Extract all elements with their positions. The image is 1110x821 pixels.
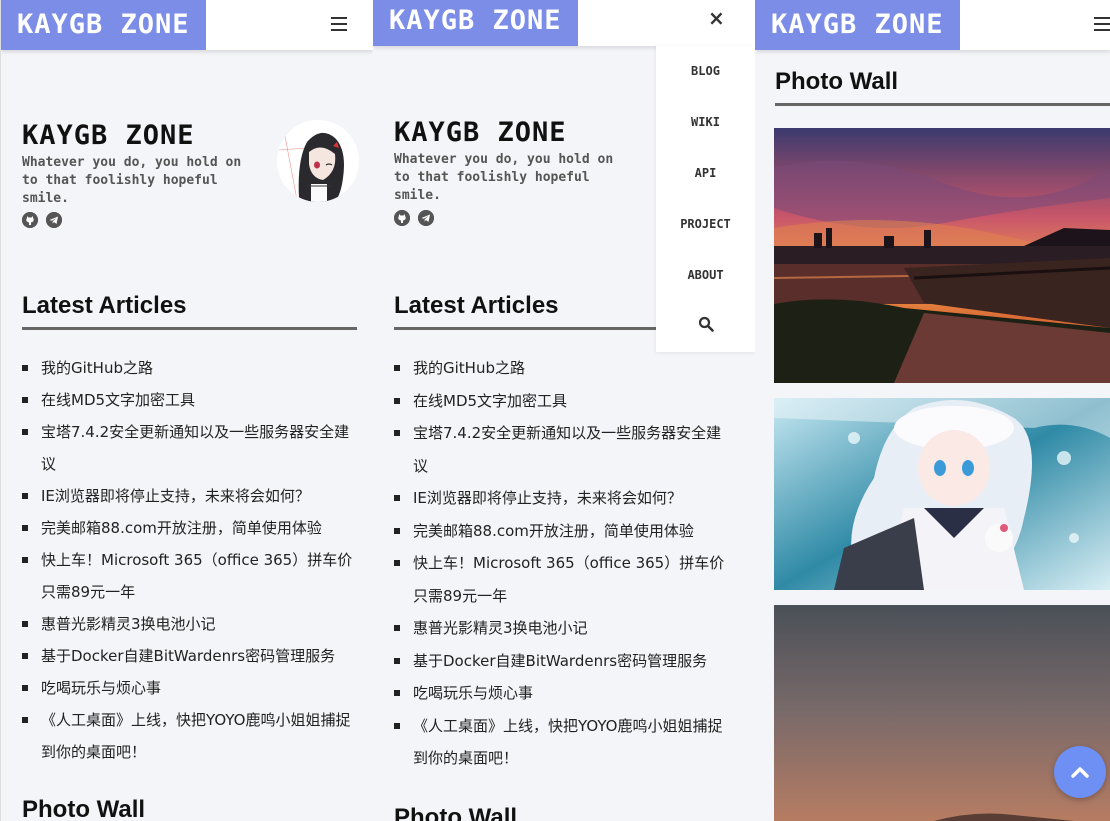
site-logo[interactable]: KAYGB ZONE [1, 0, 206, 50]
article-link[interactable]: 宝塔7.4.2安全更新通知以及一些服务器安全建议 [41, 423, 349, 473]
list-item: 完美邮箱88.com开放注册，简单使用体验 [394, 515, 734, 548]
list-item: 在线MD5文字加密工具 [394, 385, 734, 418]
list-item: 惠普光影精灵3换电池小记 [394, 612, 734, 645]
article-link[interactable]: 《人工桌面》上线，快把YOYO鹿鸣小姐姐捕捉到你的桌面吧！ [41, 711, 350, 761]
mobile-view-home: KAYGB ZONE KAYGB ZONE Whatever you do, y… [0, 0, 373, 821]
top-navbar: KAYGB ZONE [1, 0, 373, 50]
section-divider [22, 327, 357, 330]
latest-articles-heading: Latest Articles [22, 292, 187, 319]
list-item: 我的GitHub之路 [394, 352, 734, 385]
article-link[interactable]: 基于Docker自建BitWardenrs密码管理服务 [413, 652, 707, 670]
latest-articles-list: 我的GitHub之路 在线MD5文字加密工具 宝塔7.4.2安全更新通知以及一些… [22, 352, 362, 768]
section-divider [775, 103, 1110, 106]
hero-title: KAYGB ZONE [394, 117, 567, 148]
list-item: 《人工桌面》上线，快把YOYO鹿鸣小姐姐捕捉到你的桌面吧！ [394, 710, 734, 775]
article-link[interactable]: 快上车！Microsoft 365（office 365）拼车价只需89元一年 [413, 554, 724, 605]
list-item: 《人工桌面》上线，快把YOYO鹿鸣小姐姐捕捉到你的桌面吧！ [22, 704, 362, 768]
photo-anime-girl[interactable] [774, 398, 1110, 590]
telegram-icon[interactable] [46, 212, 62, 228]
article-link[interactable]: 我的GitHub之路 [41, 359, 153, 377]
nav-dropdown-menu: BLOG WIKI API PROJECT ABOUT [656, 46, 755, 352]
nav-item-api[interactable]: API [656, 166, 755, 180]
article-link[interactable]: 吃喝玩乐与烦心事 [41, 679, 161, 697]
search-icon[interactable] [656, 316, 755, 335]
menu-icon[interactable] [331, 13, 347, 35]
list-item: 吃喝玩乐与烦心事 [394, 677, 734, 710]
article-link[interactable]: 快上车！Microsoft 365（office 365）拼车价只需89元一年 [41, 551, 352, 601]
article-link[interactable]: 在线MD5文字加密工具 [413, 392, 567, 410]
article-link[interactable]: 完美邮箱88.com开放注册，简单使用体验 [41, 519, 322, 537]
article-link[interactable]: 惠普光影精灵3换电池小记 [41, 615, 216, 633]
hero-tagline: Whatever you do, you hold on to that foo… [394, 152, 614, 203]
social-links [22, 212, 62, 228]
nav-item-about[interactable]: ABOUT [656, 268, 755, 282]
github-icon[interactable] [22, 212, 38, 228]
top-navbar: KAYGB ZONE [755, 0, 1110, 50]
mobile-view-photo-wall: KAYGB ZONE Photo Wall [755, 0, 1110, 821]
menu-icon[interactable] [1094, 13, 1110, 35]
article-link[interactable]: 我的GitHub之路 [413, 359, 525, 377]
nav-item-wiki[interactable]: WIKI [656, 115, 755, 129]
latest-articles-list: 我的GitHub之路 在线MD5文字加密工具 宝塔7.4.2安全更新通知以及一些… [394, 352, 734, 775]
nav-item-project[interactable]: PROJECT [656, 217, 755, 231]
photo-wall-heading: Photo Wall [394, 804, 518, 821]
article-link[interactable]: 吃喝玩乐与烦心事 [413, 684, 533, 702]
list-item: 基于Docker自建BitWardenrs密码管理服务 [394, 645, 734, 678]
list-item: 基于Docker自建BitWardenrs密码管理服务 [22, 640, 362, 672]
article-link[interactable]: 在线MD5文字加密工具 [41, 391, 195, 409]
article-link[interactable]: 基于Docker自建BitWardenrs密码管理服务 [41, 647, 335, 665]
list-item: IE浏览器即将停止支持，未来将会如何？ [394, 482, 734, 515]
article-link[interactable]: 宝塔7.4.2安全更新通知以及一些服务器安全建议 [413, 424, 721, 475]
top-navbar: KAYGB ZONE × [373, 0, 755, 46]
article-link[interactable]: IE浏览器即将停止支持，未来将会如何？ [413, 489, 682, 507]
list-item: 惠普光影精灵3换电池小记 [22, 608, 362, 640]
article-link[interactable]: 《人工桌面》上线，快把YOYO鹿鸣小姐姐捕捉到你的桌面吧！ [413, 717, 722, 768]
photo-wall-heading: Photo Wall [775, 68, 899, 95]
list-item: 我的GitHub之路 [22, 352, 362, 384]
article-link[interactable]: 完美邮箱88.com开放注册，简单使用体验 [413, 522, 694, 540]
article-link[interactable]: 惠普光影精灵3换电池小记 [413, 619, 588, 637]
hero-title: KAYGB ZONE [22, 120, 195, 151]
list-item: 在线MD5文字加密工具 [22, 384, 362, 416]
github-icon[interactable] [394, 210, 410, 226]
list-item: 快上车！Microsoft 365（office 365）拼车价只需89元一年 [22, 544, 362, 608]
latest-articles-heading: Latest Articles [394, 292, 559, 319]
site-logo[interactable]: KAYGB ZONE [373, 0, 578, 46]
social-links [394, 210, 434, 226]
site-logo[interactable]: KAYGB ZONE [755, 0, 960, 50]
photo-wall-heading: Photo Wall [22, 796, 146, 821]
list-item: 宝塔7.4.2安全更新通知以及一些服务器安全建议 [22, 416, 362, 480]
close-icon[interactable]: × [708, 6, 725, 30]
telegram-icon[interactable] [418, 210, 434, 226]
list-item: 吃喝玩乐与烦心事 [22, 672, 362, 704]
section-divider [394, 327, 684, 330]
article-link[interactable]: IE浏览器即将停止支持，未来将会如何？ [41, 487, 310, 505]
avatar [277, 120, 359, 202]
list-item: 宝塔7.4.2安全更新通知以及一些服务器安全建议 [394, 417, 734, 482]
list-item: IE浏览器即将停止支持，未来将会如何？ [22, 480, 362, 512]
nav-item-blog[interactable]: BLOG [656, 64, 755, 78]
photo-sunset-pier[interactable] [774, 128, 1110, 383]
hero-tagline: Whatever you do, you hold on to that foo… [22, 155, 242, 206]
list-item: 完美邮箱88.com开放注册，简单使用体验 [22, 512, 362, 544]
scroll-top-button[interactable] [1054, 746, 1106, 798]
mobile-view-menu-open: KAYGB ZONE × KAYGB ZONE Whatever you do,… [373, 0, 755, 821]
list-item: 快上车！Microsoft 365（office 365）拼车价只需89元一年 [394, 547, 734, 612]
